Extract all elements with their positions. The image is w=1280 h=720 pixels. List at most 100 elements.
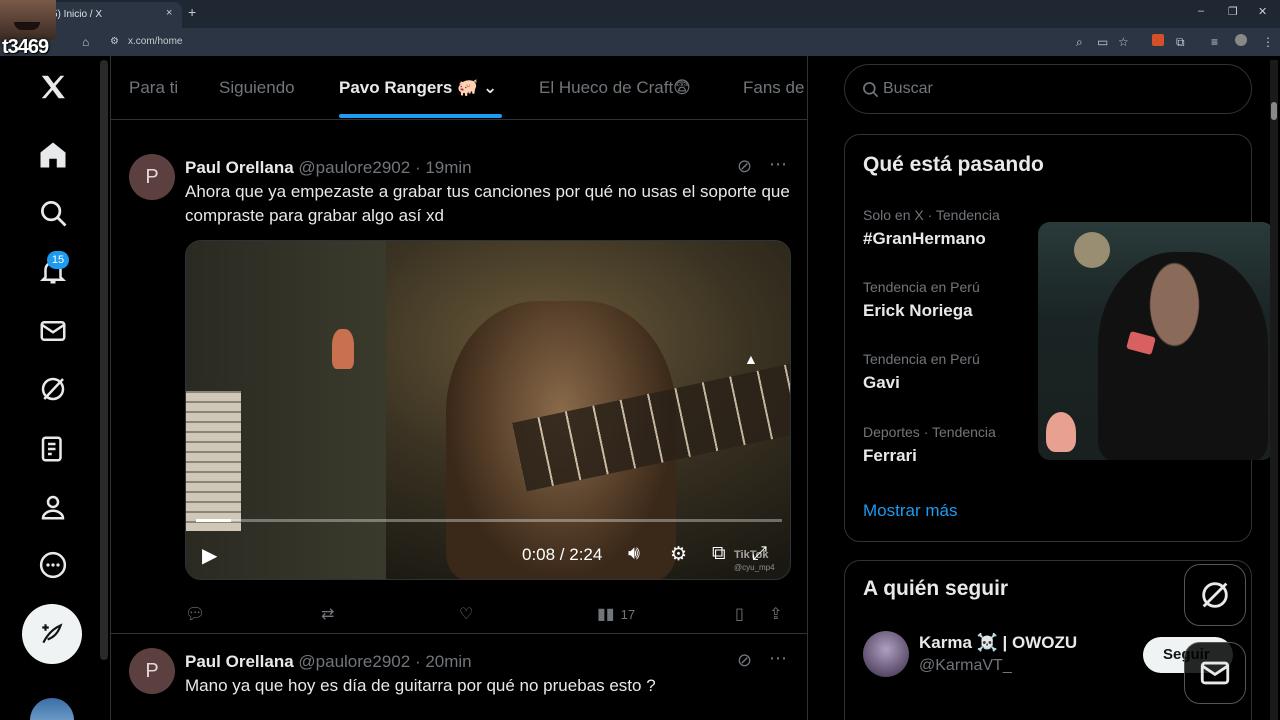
tab-close-icon[interactable]: × xyxy=(166,7,172,19)
video-progress-fill xyxy=(196,519,232,522)
trends-title: Qué está pasando xyxy=(863,153,1044,176)
messages-float-button[interactable] xyxy=(1184,642,1246,704)
profile-icon[interactable] xyxy=(1235,34,1247,46)
tab-siguiendo[interactable]: Siguiendo xyxy=(219,78,295,98)
tweet-text: Ahora que ya empezaste a grabar tus canc… xyxy=(185,182,790,225)
grok-icon xyxy=(1202,582,1228,608)
video-figurine xyxy=(332,329,354,369)
feather-plus-icon xyxy=(42,623,63,644)
search-icon xyxy=(863,82,879,98)
browser-menu-icon[interactable]: ⋮ xyxy=(1262,35,1274,49)
home-browser-icon[interactable]: ⌂ xyxy=(82,35,89,49)
tab-el-hueco-de-craft[interactable]: El Hueco de Craft😨 xyxy=(539,78,691,98)
page-scrollbar-thumb[interactable] xyxy=(1271,102,1277,120)
maximize-button[interactable]: ❐ xyxy=(1228,5,1238,18)
page-scrollbar[interactable] xyxy=(1270,60,1278,720)
envelope-icon xyxy=(1200,661,1230,685)
play-icon[interactable]: ▶ xyxy=(202,543,217,568)
home-icon[interactable] xyxy=(34,136,72,174)
close-window-button[interactable]: ✕ xyxy=(1258,5,1267,18)
tweet-video[interactable]: ▶ 0:08 / 2:24 🔊︎ ⚙ ⧉ ⤢ TikTok @cyu_mp4 xyxy=(185,240,791,580)
media-control-icon[interactable]: ≡ xyxy=(1211,35,1218,49)
bookmark-icon[interactable]: ▯ xyxy=(735,604,744,624)
tweet-author-name[interactable]: Paul Orellana xyxy=(185,652,294,671)
minimize-button[interactable]: – xyxy=(1198,5,1204,17)
pig-sticker xyxy=(1046,412,1076,452)
pip-icon[interactable]: ⧉ xyxy=(712,543,726,565)
tweet-header: Paul Orellana @paulore2902 · 19min xyxy=(185,158,472,178)
tweet-author-name[interactable]: Paul Orellana xyxy=(185,158,294,177)
tweet-time[interactable]: · 19min xyxy=(415,158,472,177)
trend-name[interactable]: Gavi xyxy=(863,373,900,393)
more-dots-icon[interactable]: ⋯ xyxy=(769,154,787,175)
views-chart-icon: ▮▮ xyxy=(597,606,615,623)
tweet-time[interactable]: · 20min xyxy=(415,652,472,671)
views-count: 17 xyxy=(620,606,636,622)
cast-icon[interactable]: ▭ xyxy=(1097,35,1108,49)
left-scrollbar[interactable] xyxy=(100,60,108,660)
tweet-author-handle[interactable]: @paulore2902 xyxy=(298,158,410,177)
grok-icon[interactable] xyxy=(34,370,72,408)
messages-envelope-icon[interactable] xyxy=(34,312,72,350)
tweet-header: Paul Orellana @paulore2902 · 20min xyxy=(185,652,472,672)
tab-fans-de[interactable]: Fans de xyxy=(743,78,804,98)
tab-para-ti[interactable]: Para ti xyxy=(129,78,178,98)
profile-person-icon[interactable] xyxy=(34,488,72,526)
tweet-actions: 💬︎ ⇄ ♡ ▮▮ 17 ▯ ⇪ xyxy=(185,604,795,628)
trend-category: Solo en X · Tendencia xyxy=(863,207,1000,223)
reply-icon[interactable]: 💬︎ xyxy=(185,604,205,624)
tab-pavo-rangers[interactable]: Pavo Rangers 🐖 xyxy=(339,78,478,98)
like-heart-icon[interactable]: ♡ xyxy=(459,604,473,624)
explore-search-icon[interactable] xyxy=(34,194,72,232)
bookmark-star-icon[interactable]: ☆ xyxy=(1118,35,1129,49)
more-options-icon[interactable] xyxy=(34,546,72,584)
tweet[interactable]: P Paul Orellana @paulore2902 · 20min ⊘ ⋯… xyxy=(111,634,807,720)
new-tab-button[interactable]: + xyxy=(188,4,196,20)
volume-icon[interactable]: 🔊︎ xyxy=(628,543,640,565)
notifications-badge: 15 xyxy=(47,251,69,269)
search-input[interactable]: Buscar xyxy=(883,80,933,98)
share-icon[interactable]: ⇪ xyxy=(769,604,782,624)
tweet-author-handle[interactable]: @paulore2902 xyxy=(298,652,410,671)
follow-name[interactable]: Karma ☠️ | OWOZU xyxy=(919,633,1077,653)
avatar[interactable] xyxy=(863,631,909,677)
chevron-down-icon[interactable]: ⌄ xyxy=(483,78,497,98)
settings-gear-icon[interactable]: ⚙ xyxy=(670,543,687,566)
show-more-link[interactable]: Mostrar más xyxy=(863,501,957,521)
grok-icon[interactable]: ⊘ xyxy=(737,650,752,671)
site-info-icon[interactable]: ⚙ xyxy=(110,36,119,47)
video-progress-track[interactable] xyxy=(196,519,782,522)
mouse-cursor: ▲ xyxy=(744,351,758,367)
grok-icon[interactable]: ⊘ xyxy=(737,156,752,177)
zoom-icon[interactable]: ⌕ xyxy=(1076,35,1083,50)
tweet-text: Mano ya que hoy es día de guitarra por q… xyxy=(185,676,656,695)
extensions-puzzle-icon[interactable]: ⧉ xyxy=(1176,35,1185,50)
who-to-follow-title: A quién seguir xyxy=(863,577,1009,600)
search-box[interactable]: Buscar xyxy=(844,64,1252,114)
views-button[interactable]: ▮▮ 17 xyxy=(597,604,635,624)
feed-tabs: Para ti Siguiendo Pavo Rangers 🐖 ⌄ El Hu… xyxy=(111,56,807,120)
main-timeline: P Paul Orellana @paulore2902 · 19min ⊘ ⋯… xyxy=(110,56,808,720)
address-bar: ⌂ ⚙ x.com/home ⌕ ▭ ☆ ⧉ ≡ ⋮ xyxy=(0,28,1280,56)
compose-post-button[interactable] xyxy=(22,604,82,664)
trend-category: Deportes · Tendencia xyxy=(863,424,996,440)
tweet-avatar[interactable]: P xyxy=(129,154,175,200)
lists-icon[interactable] xyxy=(34,430,72,468)
tweet[interactable]: P Paul Orellana @paulore2902 · 19min ⊘ ⋯… xyxy=(111,140,807,634)
video-keyboard xyxy=(186,391,241,531)
tiktok-handle: @cyu_mp4 xyxy=(734,563,775,572)
trend-name[interactable]: #GranHermano xyxy=(863,229,986,249)
trend-name[interactable]: Ferrari xyxy=(863,446,917,466)
trend-category: Tendencia en Perú xyxy=(863,279,980,295)
retweet-icon[interactable]: ⇄ xyxy=(321,604,334,624)
tiktok-watermark: TikTok xyxy=(734,549,769,561)
extension-icon[interactable] xyxy=(1152,34,1164,46)
grok-float-button[interactable] xyxy=(1184,564,1246,626)
tweet-avatar[interactable]: P xyxy=(129,648,175,694)
follow-handle[interactable]: @KarmaVT_ xyxy=(919,657,1012,675)
x-logo-icon[interactable] xyxy=(34,68,72,106)
url-text[interactable]: x.com/home xyxy=(128,36,182,47)
trend-name[interactable]: Erick Noriega xyxy=(863,301,973,321)
more-dots-icon[interactable]: ⋯ xyxy=(769,648,787,669)
follow-suggestion[interactable]: Karma ☠️ | OWOZU @KarmaVT_ Seguir xyxy=(863,631,1233,681)
